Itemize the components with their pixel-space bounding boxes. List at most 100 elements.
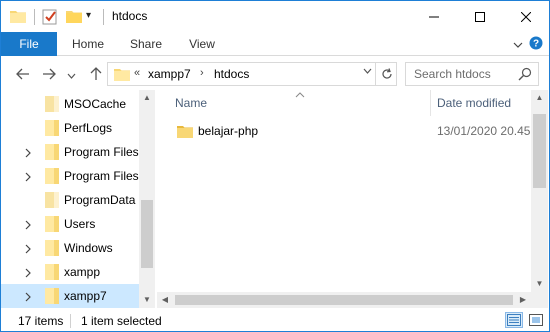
folder-icon — [45, 120, 59, 139]
nav-item-label: PerfLogs — [64, 121, 113, 135]
column-header-name[interactable]: Name — [175, 96, 207, 110]
scroll-down-icon[interactable]: ▼ — [142, 295, 152, 304]
navigation-bar: « xampp7 › htdocs Search htdocs — [1, 57, 549, 90]
recent-locations-button[interactable] — [67, 68, 77, 84]
nav-item-perflogs[interactable]: PerfLogs — [1, 116, 141, 140]
nav-item-programdata[interactable]: ProgramData — [1, 188, 141, 212]
close-button[interactable] — [503, 1, 549, 32]
nav-item-xampp7[interactable]: xampp7 — [1, 284, 141, 308]
chevron-right-icon[interactable] — [25, 171, 35, 182]
tab-view[interactable]: View — [179, 32, 225, 56]
file-date-modified: 13/01/2020 20.45 — [437, 124, 531, 138]
chevron-right-icon[interactable] — [25, 147, 35, 158]
chevron-down-icon — [363, 68, 371, 74]
separator — [34, 9, 35, 25]
selection-count: 1 item selected — [81, 314, 162, 328]
folder-icon — [45, 192, 59, 211]
new-folder-icon[interactable] — [66, 9, 82, 23]
scroll-up-icon[interactable]: ▲ — [142, 93, 152, 102]
address-bar[interactable]: « xampp7 › htdocs — [107, 62, 397, 86]
separator — [103, 9, 104, 25]
folder-icon — [45, 168, 59, 187]
nav-item-windows[interactable]: Windows — [1, 236, 141, 260]
nav-item-label: xampp7 — [64, 289, 107, 303]
large-icons-view-icon — [529, 314, 543, 326]
maximize-icon — [475, 11, 485, 22]
tab-home[interactable]: Home — [65, 32, 111, 56]
nav-item-label: Windows — [64, 241, 113, 255]
minimize-button[interactable] — [411, 1, 457, 32]
breadcrumb-separator[interactable]: › — [200, 67, 204, 79]
search-icon[interactable] — [518, 67, 532, 84]
folder-icon — [45, 96, 59, 115]
search-box[interactable]: Search htdocs — [405, 62, 539, 86]
chevron-down-icon — [67, 73, 76, 79]
expand-ribbon-icon[interactable] — [513, 38, 523, 52]
folder-icon — [45, 144, 59, 163]
scrollbar-corner — [531, 292, 548, 308]
properties-icon[interactable] — [42, 9, 58, 25]
details-view-icon — [507, 314, 521, 326]
nav-item-program-files-x86[interactable]: Program Files — [1, 164, 141, 188]
scroll-thumb[interactable] — [533, 114, 546, 188]
refresh-icon — [381, 68, 392, 79]
nav-item-label: MSOCache — [64, 97, 127, 111]
folder-icon — [45, 240, 59, 259]
file-name: belajar-php — [198, 124, 259, 138]
chevron-right-icon[interactable] — [25, 267, 35, 278]
tab-file[interactable]: File — [1, 32, 57, 56]
breadcrumb-xampp7[interactable]: xampp7 — [148, 67, 191, 81]
folder-icon — [45, 264, 59, 283]
chevron-right-icon[interactable] — [25, 219, 35, 230]
back-button[interactable] — [15, 66, 31, 82]
up-arrow-icon — [90, 67, 102, 80]
breadcrumb-overflow[interactable]: « — [134, 67, 140, 79]
maximize-button[interactable] — [457, 1, 503, 32]
large-icons-view-button[interactable] — [527, 312, 545, 328]
list-item[interactable]: belajar-php 13/01/2020 20.45 — [171, 120, 531, 142]
sort-caret-icon — [295, 90, 305, 100]
help-icon[interactable]: ? — [529, 36, 543, 53]
scroll-thumb[interactable] — [175, 295, 513, 305]
column-divider[interactable] — [430, 90, 431, 116]
content-horizontal-scrollbar[interactable]: ◀ ▶ — [157, 292, 531, 308]
chevron-right-icon[interactable] — [25, 243, 35, 254]
svg-text:?: ? — [533, 39, 539, 50]
nav-item-xampp[interactable]: xampp — [1, 260, 141, 284]
ribbon-controls: ? — [513, 36, 543, 53]
details-view-button[interactable] — [505, 312, 523, 328]
nav-item-label: ProgramData — [64, 193, 136, 207]
column-header-date-modified[interactable]: Date modified — [437, 96, 511, 110]
nav-item-program-files[interactable]: Program Files — [1, 140, 141, 164]
scroll-thumb[interactable] — [141, 200, 153, 268]
chevron-right-icon[interactable] — [25, 291, 35, 302]
item-count: 17 items — [18, 314, 64, 328]
content-vertical-scrollbar[interactable]: ▲ ▼ — [531, 90, 548, 292]
close-icon — [521, 11, 531, 22]
scroll-right-icon[interactable]: ▶ — [518, 295, 528, 304]
nav-item-label: Program Files — [64, 145, 139, 159]
status-bar: 17 items 1 item selected — [1, 309, 549, 331]
nav-scrollbar[interactable]: ▲ ▼ — [139, 90, 155, 308]
breadcrumb-htdocs[interactable]: htdocs — [214, 67, 249, 81]
nav-item-label: xampp — [64, 265, 101, 279]
quick-access-dropdown[interactable]: ▾ — [86, 10, 91, 21]
nav-item-users[interactable]: Users — [1, 212, 141, 236]
nav-item-msocache[interactable]: MSOCache — [1, 92, 141, 116]
folder-icon — [10, 9, 26, 23]
refresh-button[interactable] — [375, 63, 397, 85]
tab-share[interactable]: Share — [123, 32, 169, 56]
window-title: htdocs — [112, 9, 148, 23]
separator — [70, 314, 71, 328]
ribbon: File Home Share View ? — [1, 32, 549, 56]
forward-button[interactable] — [41, 66, 57, 82]
up-button[interactable] — [88, 66, 104, 82]
title-bar: ▾ htdocs — [1, 1, 549, 32]
scroll-down-icon[interactable]: ▼ — [534, 279, 545, 288]
address-dropdown[interactable] — [360, 66, 374, 77]
scroll-left-icon[interactable]: ◀ — [160, 295, 170, 304]
folder-icon — [177, 124, 193, 141]
scroll-up-icon[interactable]: ▲ — [534, 93, 545, 102]
folder-icon — [114, 67, 130, 84]
folder-icon — [45, 216, 59, 235]
